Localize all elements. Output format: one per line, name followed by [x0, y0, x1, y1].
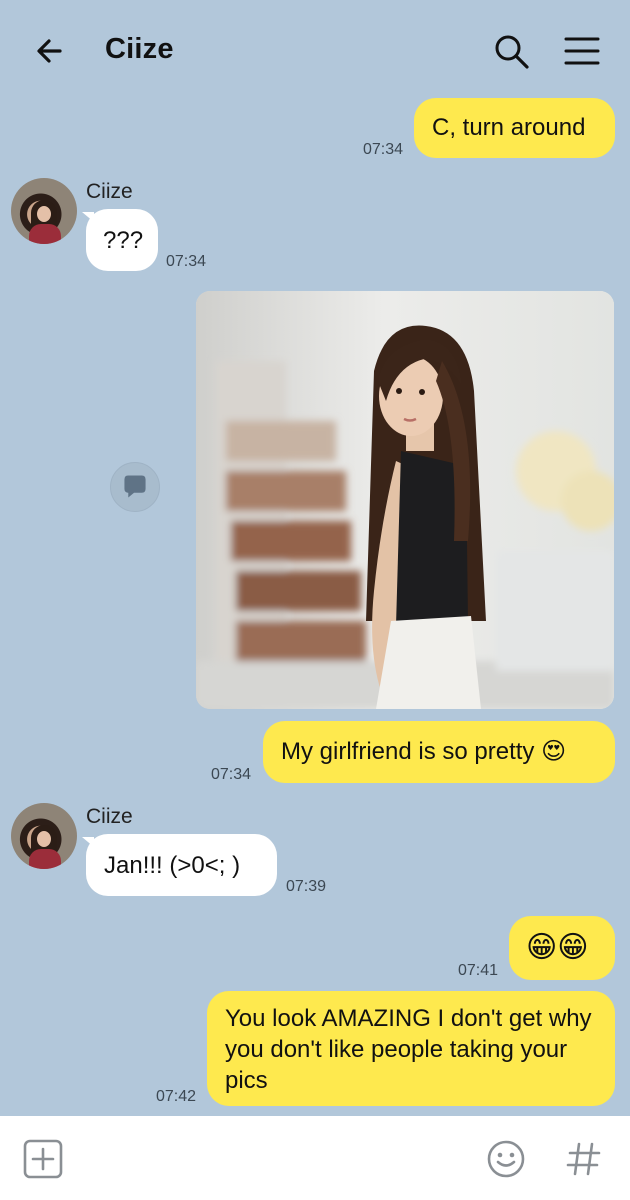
menu-icon[interactable]	[560, 30, 602, 72]
hashtag-icon[interactable]	[563, 1138, 605, 1180]
share-button[interactable]	[110, 462, 160, 512]
message-time: 07:34	[363, 141, 404, 158]
emoji-icon[interactable]	[485, 1138, 527, 1180]
sender-name: Ciize	[86, 180, 133, 203]
message-bubble[interactable]: You look AMAZING I don't get why you don…	[207, 991, 615, 1106]
search-icon[interactable]	[490, 30, 532, 72]
chat-header: Ciize	[0, 0, 630, 100]
message-bubble[interactable]: C, turn around	[414, 98, 615, 158]
message-bubble[interactable]: Jan!!! (>0<; )	[86, 834, 277, 896]
add-icon[interactable]	[22, 1138, 64, 1180]
chat-title: Ciize	[105, 33, 174, 65]
message-time: 07:39	[286, 878, 327, 895]
avatar[interactable]	[11, 803, 77, 869]
back-arrow-icon[interactable]	[30, 30, 72, 72]
avatar[interactable]	[11, 178, 77, 244]
shared-photo[interactable]	[196, 291, 614, 709]
message-time: 07:34	[166, 253, 207, 270]
message-time: 07:42	[156, 1088, 197, 1105]
message-bubble[interactable]: ???	[86, 209, 158, 271]
message-bubble[interactable]: My girlfriend is so pretty 😍	[263, 721, 615, 783]
message-time: 07:41	[458, 962, 499, 979]
sender-name: Ciize	[86, 805, 133, 828]
input-bar	[0, 1116, 630, 1200]
message-time: 07:34	[211, 766, 252, 783]
photo-illustration	[196, 291, 614, 709]
message-bubble[interactable]: 😁😁	[509, 916, 615, 980]
share-icon	[124, 475, 146, 498]
